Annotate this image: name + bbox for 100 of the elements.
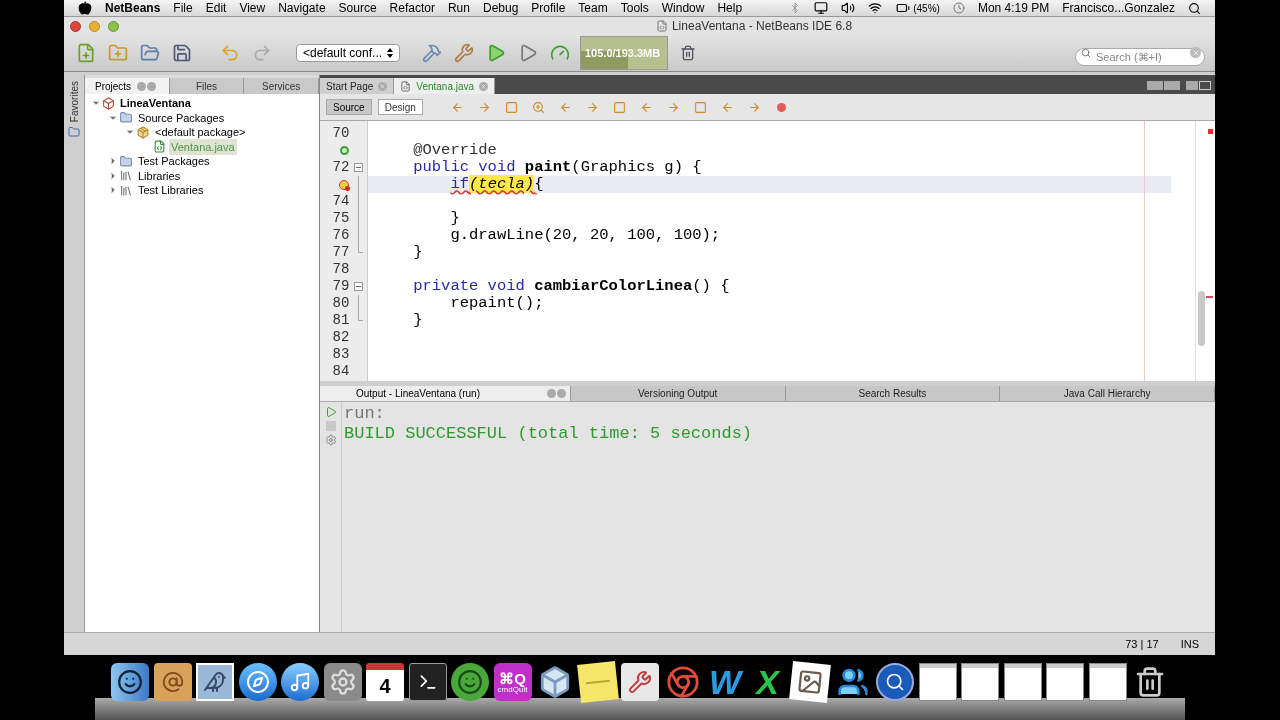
music-icon[interactable] xyxy=(281,663,319,701)
window-thumbnail[interactable] xyxy=(1003,663,1042,701)
editor-tool-icon[interactable] xyxy=(531,100,545,114)
menu-item[interactable]: Source xyxy=(338,0,377,17)
editor-tool-icon[interactable] xyxy=(558,100,572,114)
tree-item[interactable]: <default package> xyxy=(153,124,248,141)
tree-item[interactable]: LineaVentana xyxy=(118,95,193,112)
minimize-panel-icon[interactable] xyxy=(137,81,147,91)
line-number: 75 xyxy=(332,209,350,228)
menu-item[interactable]: Team xyxy=(578,0,608,17)
menu-item[interactable]: Navigate xyxy=(278,0,326,17)
menu-item[interactable]: Edit xyxy=(205,0,227,17)
config-dropdown[interactable]: <default conf... xyxy=(296,44,400,62)
cmdquit-icon[interactable]: ⌘Q cmdQuit xyxy=(493,663,532,701)
user-name[interactable]: Francisco...Gonzalez xyxy=(1062,0,1175,17)
wifi-icon[interactable] xyxy=(868,1,883,15)
stamp-icon[interactable] xyxy=(196,663,234,701)
line-number: 82 xyxy=(332,328,350,347)
editor-tool-icon[interactable] xyxy=(693,100,707,114)
editor-tool-icon[interactable] xyxy=(504,100,518,114)
menu-clock[interactable]: Mon 4:19 PM xyxy=(977,0,1050,17)
menu-item[interactable]: File xyxy=(173,0,193,17)
close-icon[interactable] xyxy=(556,389,566,398)
editor-tab[interactable]: Start Page xyxy=(320,78,395,94)
window-thumbnail[interactable] xyxy=(1046,663,1084,701)
window-thumbnail[interactable] xyxy=(961,663,999,701)
menu-item[interactable]: Refactor xyxy=(389,0,435,17)
scroll-thumb[interactable] xyxy=(1198,291,1205,346)
menu-item[interactable]: Window xyxy=(661,0,705,17)
monitor-icon[interactable] xyxy=(814,1,829,15)
fold-icon[interactable] xyxy=(353,163,363,172)
clock-icon[interactable] xyxy=(952,2,965,14)
output-tab[interactable]: Java Call Hierarchy xyxy=(1000,386,1215,401)
calendar-icon[interactable]: 4 xyxy=(366,663,404,701)
rerun-icon[interactable] xyxy=(324,406,337,418)
window-thumbnail[interactable] xyxy=(1088,663,1127,701)
close-icon[interactable] xyxy=(147,81,157,91)
menu-item[interactable]: Debug xyxy=(482,0,519,17)
code-line: if(tecla){ xyxy=(449,176,544,193)
tree-item[interactable]: Libraries xyxy=(136,167,183,184)
editor-tool-icon[interactable] xyxy=(720,100,734,114)
close-icon[interactable] xyxy=(479,81,489,91)
close-icon[interactable] xyxy=(70,20,81,32)
line-number: 76 xyxy=(332,226,350,245)
panel-tab[interactable]: Projects xyxy=(85,78,170,94)
view-toggle-button[interactable]: Design xyxy=(377,99,423,115)
tree-item[interactable]: Test Packages xyxy=(136,153,212,170)
maximize-icon[interactable] xyxy=(1199,81,1211,90)
battery-icon[interactable] xyxy=(895,1,912,15)
editor-tool-icon[interactable] xyxy=(666,100,680,114)
clear-icon[interactable] xyxy=(1190,47,1201,58)
sticky-notes-icon[interactable] xyxy=(576,661,619,703)
code-line: } xyxy=(412,312,423,329)
favorites-tab[interactable]: Favorites xyxy=(66,81,82,123)
menu-item[interactable]: Tools xyxy=(620,0,649,17)
menu-item[interactable]: Run xyxy=(447,0,470,17)
editor-tool-icon[interactable] xyxy=(585,100,599,114)
editor-tool-icon[interactable] xyxy=(612,100,626,114)
menu-item[interactable]: Help xyxy=(717,0,743,17)
override-icon[interactable] xyxy=(340,146,350,155)
address-book-icon[interactable] xyxy=(153,663,192,701)
terminal-icon[interactable] xyxy=(408,663,447,701)
menu-item[interactable]: Profile xyxy=(531,0,566,17)
line-number: 77 xyxy=(332,243,350,262)
editor-tool-icon[interactable] xyxy=(747,100,761,114)
fold-icon[interactable] xyxy=(353,282,363,291)
window-thumbnail[interactable] xyxy=(918,663,957,701)
app-icon[interactable]: W xyxy=(706,663,744,701)
record-macro-icon[interactable] xyxy=(776,102,786,112)
editor-tool-icon[interactable] xyxy=(450,100,464,114)
app-store-icon[interactable] xyxy=(238,663,277,701)
gear-icon[interactable] xyxy=(323,663,362,701)
search-field[interactable]: Search (⌘+I) xyxy=(1075,48,1205,66)
tree-item[interactable]: Test Libraries xyxy=(136,182,206,199)
java-file-icon xyxy=(400,80,412,92)
output-tab[interactable]: Output - LineaVentana (run) xyxy=(320,386,571,401)
minimize-panel-icon[interactable] xyxy=(546,389,556,398)
app-icon[interactable]: X xyxy=(748,663,787,701)
search-icon[interactable] xyxy=(1188,1,1201,15)
panel-tab[interactable]: Files xyxy=(169,78,245,94)
view-toggle-button[interactable]: Source xyxy=(326,99,372,115)
editor-tool-icon[interactable] xyxy=(477,100,491,114)
panel-tab[interactable]: Services xyxy=(244,78,319,94)
output-line: run: xyxy=(344,404,386,424)
error-bulb-icon[interactable] xyxy=(339,179,350,190)
volume-icon[interactable] xyxy=(841,1,856,15)
settings-icon[interactable] xyxy=(324,434,337,446)
menu-item[interactable]: NetBeans xyxy=(105,0,161,17)
tree-item[interactable]: Source Packages xyxy=(136,109,227,126)
menu-item[interactable]: View xyxy=(239,0,266,17)
editor-tab[interactable]: Ventana.java xyxy=(394,78,496,94)
apple-icon[interactable] xyxy=(78,1,92,15)
line-number: 84 xyxy=(332,362,350,381)
minimize-icon[interactable] xyxy=(89,20,100,32)
editor-tool-icon[interactable] xyxy=(639,100,653,114)
output-tab[interactable]: Search Results xyxy=(785,386,1001,401)
output-tab[interactable]: Versioning Output xyxy=(570,386,786,401)
zoom-icon[interactable] xyxy=(108,20,119,32)
photo-icon[interactable] xyxy=(789,661,831,703)
error-stripe-mark xyxy=(1208,129,1213,134)
